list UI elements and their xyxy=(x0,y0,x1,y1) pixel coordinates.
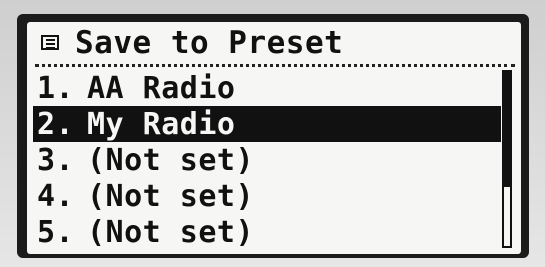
lcd-screen: Save to Preset 1. AA Radio 2. My Radio 3… xyxy=(27,22,521,254)
page-title: Save to Preset xyxy=(75,25,344,61)
preset-name: AA Radio xyxy=(87,70,236,106)
preset-number: 4. xyxy=(37,178,75,214)
preset-item-2[interactable]: 2. My Radio xyxy=(33,106,501,142)
preset-name: (Not set) xyxy=(87,142,255,178)
preset-name: (Not set) xyxy=(87,214,255,250)
preset-item-3[interactable]: 3. (Not set) xyxy=(33,142,501,178)
header-divider xyxy=(35,64,515,67)
preset-name: My Radio xyxy=(87,106,236,142)
preset-number: 5. xyxy=(37,214,75,250)
preset-item-5[interactable]: 5. (Not set) xyxy=(33,214,501,250)
menu-list-icon xyxy=(41,35,59,50)
preset-item-4[interactable]: 4. (Not set) xyxy=(33,178,501,214)
header-bar: Save to Preset xyxy=(27,22,521,64)
scrollbar-thumb[interactable] xyxy=(504,72,510,187)
preset-name: (Not set) xyxy=(87,178,255,214)
preset-item-1[interactable]: 1. AA Radio xyxy=(33,70,501,106)
preset-number: 3. xyxy=(37,142,75,178)
scrollbar[interactable] xyxy=(502,70,512,248)
preset-number: 1. xyxy=(37,70,75,106)
preset-number: 2. xyxy=(37,106,75,142)
